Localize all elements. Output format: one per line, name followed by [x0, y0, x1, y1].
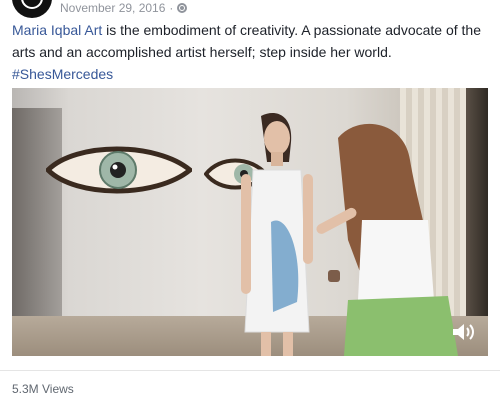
- painting-woman: [316, 123, 458, 356]
- post-header: November 29, 2016 ·: [12, 0, 188, 18]
- meta-separator: ·: [169, 1, 174, 15]
- post-date[interactable]: November 29, 2016: [60, 1, 165, 15]
- divider: [0, 370, 500, 371]
- eye-artwork-left: [46, 146, 192, 194]
- avatar[interactable]: [12, 0, 52, 18]
- post-meta: November 29, 2016 ·: [60, 1, 188, 15]
- author-link[interactable]: Maria Iqbal Art: [12, 22, 102, 38]
- video-player[interactable]: [12, 88, 488, 356]
- globe-icon[interactable]: [177, 3, 188, 13]
- view-count: 5.3M Views: [12, 382, 74, 396]
- speaker-icon[interactable]: [452, 322, 476, 342]
- hashtag-link[interactable]: #ShesMercedes: [12, 66, 113, 82]
- post-text: Maria Iqbal Art is the embodiment of cre…: [12, 19, 492, 85]
